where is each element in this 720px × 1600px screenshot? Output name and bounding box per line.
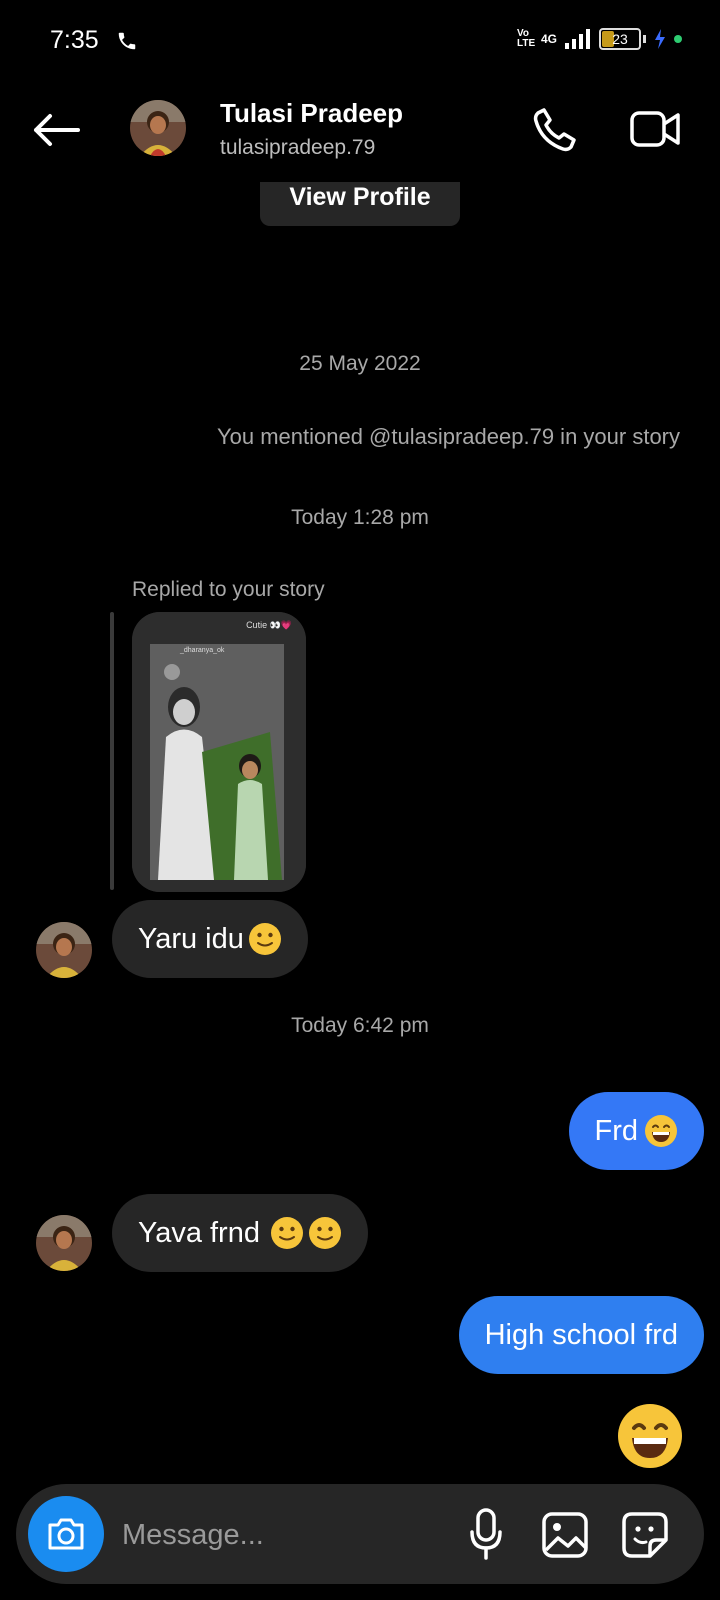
microphone-icon[interactable] bbox=[468, 1508, 504, 1562]
grin-emoji-icon bbox=[645, 1115, 677, 1147]
contact-name[interactable]: Tulasi Pradeep bbox=[220, 98, 403, 129]
message-input[interactable] bbox=[120, 1506, 424, 1564]
slight-smile-emoji-icon bbox=[308, 1217, 341, 1249]
incoming-message[interactable]: Yaru idu bbox=[112, 900, 308, 978]
volte-indicator: Vo LTE bbox=[516, 28, 536, 49]
incoming-message[interactable]: Yava frnd bbox=[112, 1194, 368, 1272]
status-time: 7:35 bbox=[50, 26, 99, 54]
message-text: Yaru idu bbox=[138, 923, 244, 955]
sender-avatar[interactable] bbox=[36, 922, 92, 978]
grin-emoji-icon[interactable] bbox=[616, 1402, 684, 1470]
charging-icon bbox=[655, 29, 665, 49]
slight-smile-emoji-icon bbox=[248, 923, 281, 955]
story-thumbnail[interactable]: Cutie 👀💗 _dharanya_ok bbox=[132, 612, 306, 892]
sender-avatar[interactable] bbox=[36, 1215, 92, 1271]
message-text: Yava frnd bbox=[138, 1217, 260, 1249]
story-caption: Cutie 👀💗 bbox=[246, 620, 292, 630]
privacy-dot bbox=[674, 35, 682, 43]
outgoing-message[interactable]: High school frd bbox=[458, 1296, 704, 1374]
outgoing-message[interactable]: Frd bbox=[568, 1092, 704, 1170]
network-type: 4G bbox=[540, 32, 557, 46]
signal-icon bbox=[565, 29, 590, 49]
camera-button[interactable] bbox=[28, 1496, 104, 1572]
sticker-icon[interactable] bbox=[620, 1510, 670, 1560]
phone-icon[interactable] bbox=[530, 104, 580, 154]
camera-icon bbox=[48, 1518, 84, 1550]
slight-smile-emoji-icon bbox=[270, 1217, 303, 1249]
date-separator: 25 May 2022 bbox=[299, 352, 421, 375]
contact-username[interactable]: tulasipradeep.79 bbox=[220, 136, 375, 160]
message-text: Frd bbox=[594, 1115, 639, 1147]
gallery-icon[interactable] bbox=[540, 1510, 590, 1560]
message-text: High school frd bbox=[484, 1319, 678, 1351]
story-username: _dharanya_ok bbox=[180, 647, 225, 654]
reply-rule bbox=[110, 612, 114, 890]
status-indicators: Vo LTE 4G 23 bbox=[517, 28, 682, 50]
back-arrow-icon[interactable] bbox=[30, 112, 82, 148]
story-reply-label: Replied to your story bbox=[132, 578, 325, 601]
status-call-icon bbox=[118, 32, 136, 50]
video-camera-icon[interactable] bbox=[630, 106, 682, 152]
timestamp-separator: Today 1:28 pm bbox=[291, 506, 429, 529]
battery-level: 23 bbox=[612, 31, 628, 47]
battery-indicator: 23 bbox=[599, 28, 641, 50]
timestamp-separator: Today 6:42 pm bbox=[291, 1014, 429, 1037]
view-profile-button[interactable]: View Profile bbox=[260, 182, 460, 226]
mention-notice: You mentioned @tulasipradeep.79 in your … bbox=[216, 424, 680, 449]
battery-tip bbox=[643, 35, 646, 43]
contact-avatar[interactable] bbox=[130, 100, 186, 156]
